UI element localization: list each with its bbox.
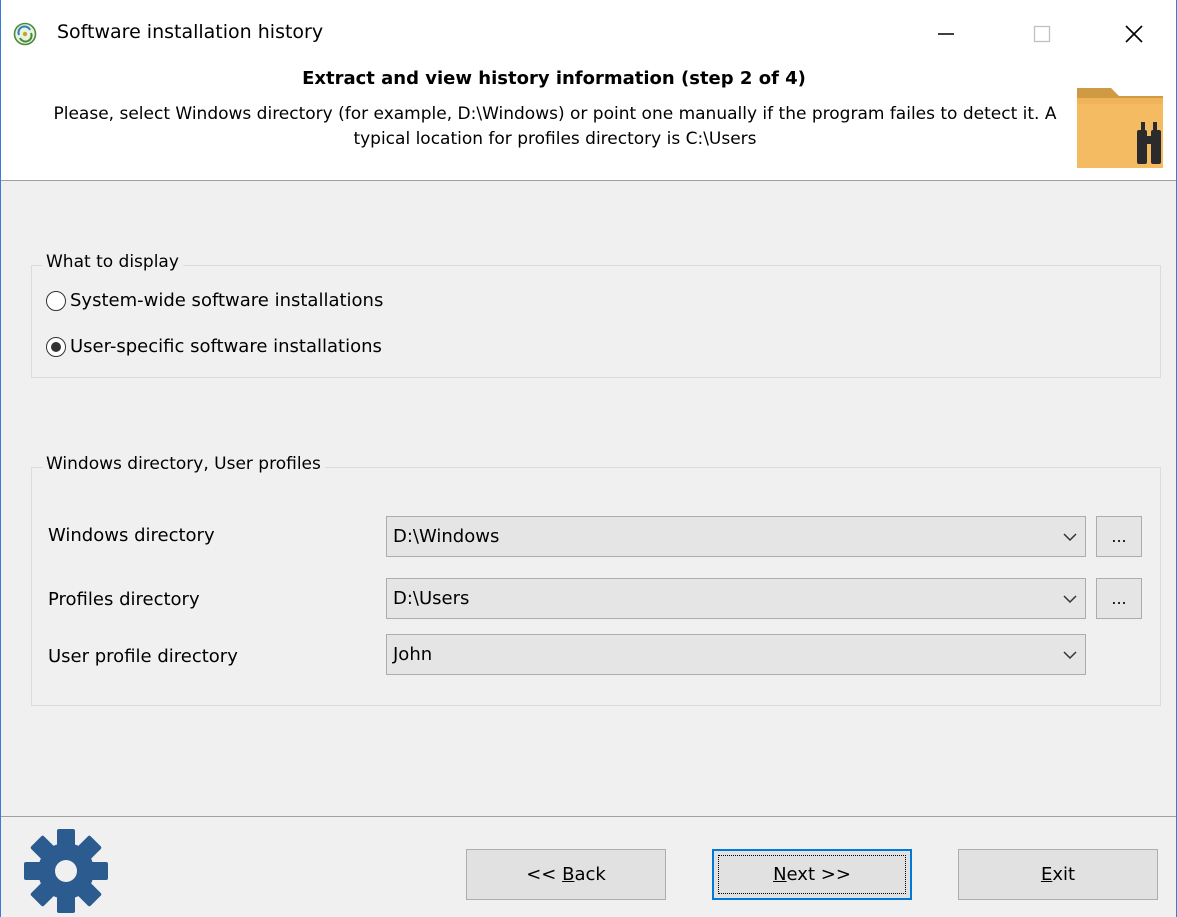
user-profile-directory-value: John bbox=[393, 644, 433, 665]
back-button[interactable]: << Back bbox=[466, 849, 666, 900]
folder-binoculars-icon bbox=[1077, 88, 1163, 168]
system-wide-label: System-wide software installations bbox=[70, 290, 384, 311]
footer-divider bbox=[1, 816, 1176, 817]
step-description: Please, select Windows directory (for ex… bbox=[53, 104, 1057, 149]
windows-directory-value: D:\Windows bbox=[393, 526, 500, 547]
minimize-button[interactable] bbox=[923, 14, 969, 54]
user-specific-label: User-specific software installations bbox=[70, 336, 382, 357]
gear-icon bbox=[24, 829, 108, 913]
step-title: Extract and view history information (st… bbox=[302, 68, 806, 89]
next-button[interactable]: Next >> bbox=[712, 849, 912, 900]
back-button-label: << Back bbox=[526, 864, 606, 885]
display-options-group: What to display System-wide software ins… bbox=[31, 252, 1161, 378]
windows-directory-label: Windows directory bbox=[48, 525, 215, 546]
profiles-directory-value: D:\Users bbox=[393, 588, 470, 609]
chevron-down-icon bbox=[1055, 635, 1085, 674]
minimize-icon bbox=[938, 33, 954, 35]
wizard-header: Extract and view history information (st… bbox=[1, 64, 1176, 181]
user-profile-directory-combo[interactable]: John bbox=[386, 634, 1086, 675]
maximize-icon bbox=[1033, 25, 1051, 43]
focus-rectangle bbox=[718, 855, 906, 894]
user-specific-radio[interactable]: User-specific software installations bbox=[46, 336, 382, 357]
window-title: Software installation history bbox=[57, 21, 324, 43]
windows-directory-combo[interactable]: D:\Windows bbox=[386, 516, 1086, 557]
radio-checked-icon bbox=[46, 336, 66, 357]
installer-window: Software installation history Extract an… bbox=[0, 0, 1177, 917]
windows-directory-browse-button[interactable]: ... bbox=[1096, 516, 1142, 557]
system-wide-radio[interactable]: System-wide software installations bbox=[46, 290, 383, 311]
directories-group-label: Windows directory, User profiles bbox=[42, 454, 325, 474]
profiles-directory-browse-button[interactable]: ... bbox=[1096, 578, 1142, 619]
exit-button-label: Exit bbox=[1040, 864, 1076, 885]
profiles-directory-combo[interactable]: D:\Users bbox=[386, 578, 1086, 619]
close-button[interactable] bbox=[1111, 14, 1157, 54]
exit-button[interactable]: Exit bbox=[958, 849, 1158, 900]
chevron-down-icon bbox=[1055, 579, 1085, 618]
app-icon bbox=[13, 22, 37, 46]
display-group-label: What to display bbox=[42, 252, 183, 272]
chevron-down-icon bbox=[1055, 517, 1085, 556]
profiles-directory-label: Profiles directory bbox=[48, 589, 200, 610]
title-bar[interactable]: Software installation history bbox=[1, 0, 1176, 64]
radio-unchecked-icon bbox=[46, 290, 66, 311]
close-icon bbox=[1125, 25, 1143, 43]
directories-group: Windows directory, User profiles Windows… bbox=[31, 454, 1161, 706]
maximize-button[interactable] bbox=[1019, 14, 1065, 54]
user-profile-directory-label: User profile directory bbox=[48, 646, 238, 667]
